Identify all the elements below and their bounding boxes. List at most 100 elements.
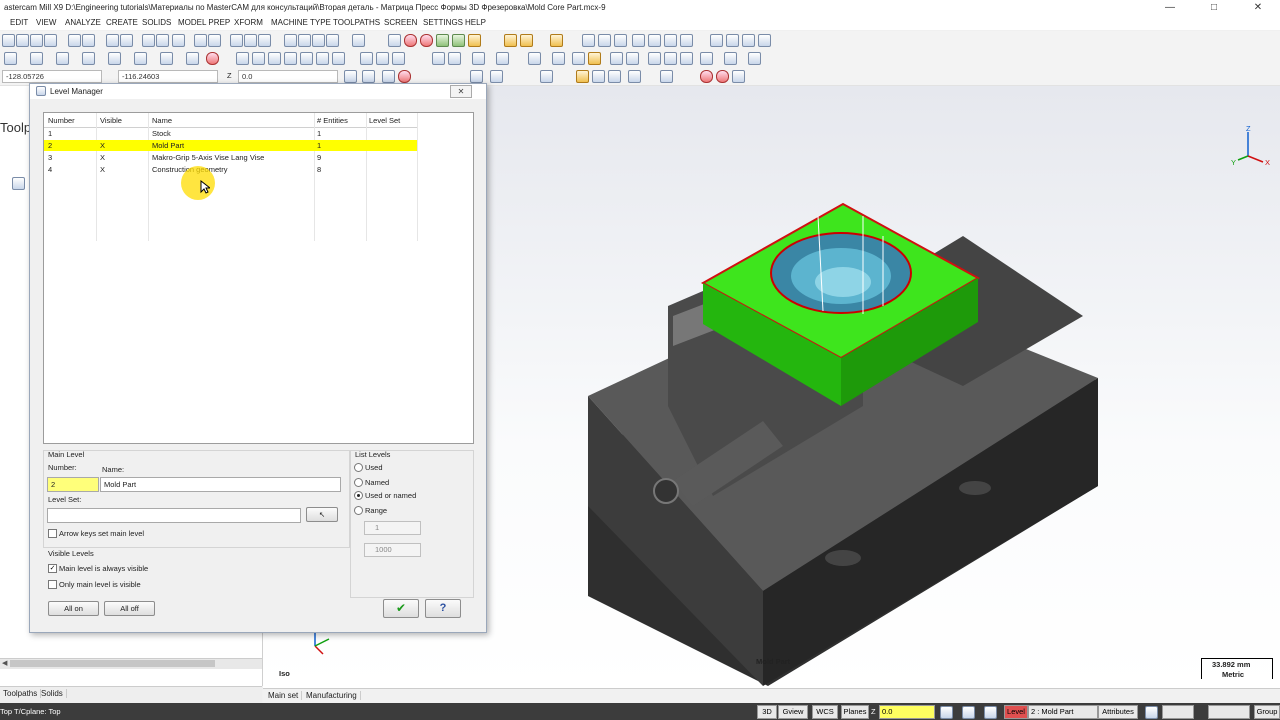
all-off-button[interactable]: All off	[104, 601, 155, 616]
list-range-radio[interactable]	[354, 506, 363, 515]
arrow-keys-checkbox[interactable]	[48, 529, 57, 538]
close-window-button[interactable]: ✕	[1236, 0, 1280, 16]
layout-3-icon[interactable]	[758, 34, 771, 47]
gview-button[interactable]: Gview	[778, 705, 808, 719]
menu-machine-type[interactable]: MACHINE TYPE	[271, 18, 331, 27]
solid-extrude-icon[interactable]	[236, 52, 249, 65]
planes-button[interactable]: Planes	[841, 705, 869, 719]
level-row[interactable]: 4 X Construction geometry 8	[44, 164, 417, 175]
zoom-target-icon[interactable]	[156, 34, 169, 47]
select-icon[interactable]	[382, 70, 395, 83]
level-button[interactable]: Level	[1004, 705, 1028, 719]
settings-icon[interactable]	[710, 34, 723, 47]
panel-scrollbar[interactable]: ◀	[0, 658, 262, 669]
view-right-icon[interactable]	[312, 34, 325, 47]
translucency-icon[interactable]	[452, 34, 465, 47]
grid-icon[interactable]	[632, 34, 645, 47]
col-name[interactable]: Name	[152, 116, 172, 125]
fit-icon[interactable]	[106, 34, 119, 47]
level-set-input[interactable]	[47, 508, 301, 523]
hatch-icon[interactable]	[572, 52, 585, 65]
open-file-icon[interactable]	[2, 34, 15, 47]
fillet-icon[interactable]	[134, 52, 147, 65]
range-to-spinner[interactable]: 1000	[364, 543, 421, 557]
level-row[interactable]: 1 Stock 1	[44, 128, 417, 139]
tab-solids[interactable]: Solids	[38, 689, 67, 698]
attributes-button[interactable]: Attributes	[1098, 705, 1138, 719]
view-top-icon[interactable]	[284, 34, 297, 47]
menu-screen[interactable]: SCREEN	[384, 18, 417, 27]
face-select-icon[interactable]	[592, 70, 605, 83]
analyze-icon[interactable]	[614, 34, 627, 47]
col-level-set[interactable]: Level Set	[369, 116, 400, 125]
save-icon[interactable]	[16, 34, 29, 47]
scroll-left-arrow[interactable]: ◀	[2, 659, 7, 667]
offset-icon[interactable]	[496, 52, 509, 65]
menu-xform[interactable]: XFORM	[234, 18, 263, 27]
mirror-icon[interactable]	[472, 52, 485, 65]
3d-button[interactable]: 3D	[757, 705, 777, 719]
toolpath-pocket-icon[interactable]	[626, 52, 639, 65]
only-main-visible-checkbox[interactable]	[48, 580, 57, 589]
edge-select-icon[interactable]	[608, 70, 621, 83]
toolpath-lathe-icon[interactable]	[748, 52, 761, 65]
menu-edit[interactable]: EDIT	[10, 18, 28, 27]
grid-3-icon[interactable]	[664, 34, 677, 47]
layout-icon[interactable]	[726, 34, 739, 47]
level-visible-toggle[interactable]: X	[100, 165, 105, 174]
layout-2-icon[interactable]	[742, 34, 755, 47]
z-coordinate-field[interactable]: 0.0	[238, 70, 338, 83]
stop-icon[interactable]	[716, 70, 729, 83]
scroll-thumb[interactable]	[10, 660, 215, 667]
grid-2-icon[interactable]	[648, 34, 661, 47]
view-front-icon[interactable]	[298, 34, 311, 47]
toolpath-surface-icon[interactable]	[680, 52, 693, 65]
zoom-out-icon[interactable]	[194, 34, 207, 47]
trim-icon[interactable]	[186, 52, 199, 65]
clear-selection-icon[interactable]	[700, 70, 713, 83]
verify-icon[interactable]	[582, 34, 595, 47]
print-icon[interactable]	[30, 34, 43, 47]
marker-icon[interactable]	[550, 34, 563, 47]
toolpath-multiaxis-icon[interactable]	[724, 52, 737, 65]
dimension-icon[interactable]	[528, 52, 541, 65]
list-used-radio[interactable]	[354, 463, 363, 472]
grid-4-icon[interactable]	[680, 34, 693, 47]
note-icon[interactable]	[552, 52, 565, 65]
translate-icon[interactable]	[432, 52, 445, 65]
arc-icon[interactable]	[82, 52, 95, 65]
list-named-radio[interactable]	[354, 478, 363, 487]
line-style-dropdown[interactable]	[1162, 705, 1194, 719]
undo-icon[interactable]	[68, 34, 81, 47]
menu-analyze[interactable]: ANALYZE	[65, 18, 101, 27]
cut-icon[interactable]	[44, 34, 57, 47]
boolean-3-icon[interactable]	[392, 52, 405, 65]
filter-icon[interactable]	[660, 70, 673, 83]
check-icon[interactable]	[598, 34, 611, 47]
menu-view[interactable]: VIEW	[36, 18, 56, 27]
list-used-or-named-radio[interactable]	[354, 491, 363, 500]
level-set-pick-button[interactable]: ↖	[306, 507, 338, 522]
shading-icon[interactable]	[388, 34, 401, 47]
wcs-button[interactable]: WCS	[812, 705, 838, 719]
rotate-xform-icon[interactable]	[448, 52, 461, 65]
rectangle-icon[interactable]	[56, 52, 69, 65]
repaint-icon[interactable]	[120, 34, 133, 47]
col-number[interactable]: Number	[48, 116, 75, 125]
level-row[interactable]: 3 X Makro-Grip 5-Axis Vise Lang Vise 9	[44, 152, 417, 163]
line-width-icon[interactable]	[1145, 706, 1158, 719]
rotate-icon[interactable]	[230, 34, 243, 47]
boolean-2-icon[interactable]	[376, 52, 389, 65]
delete-icon[interactable]	[206, 52, 219, 65]
solid-chamfer-icon[interactable]	[316, 52, 329, 65]
solid-loft-icon[interactable]	[284, 52, 297, 65]
shaded-icon[interactable]	[420, 34, 433, 47]
status-z-field[interactable]: 0.0	[879, 705, 935, 719]
minimize-button[interactable]: —	[1148, 0, 1192, 16]
point-icon[interactable]	[4, 52, 17, 65]
maximize-button[interactable]: □	[1192, 0, 1236, 16]
pen-icon[interactable]	[504, 34, 517, 47]
all-on-button[interactable]: All on	[48, 601, 99, 616]
zoom-in-icon[interactable]	[172, 34, 185, 47]
pan-icon[interactable]	[258, 34, 271, 47]
